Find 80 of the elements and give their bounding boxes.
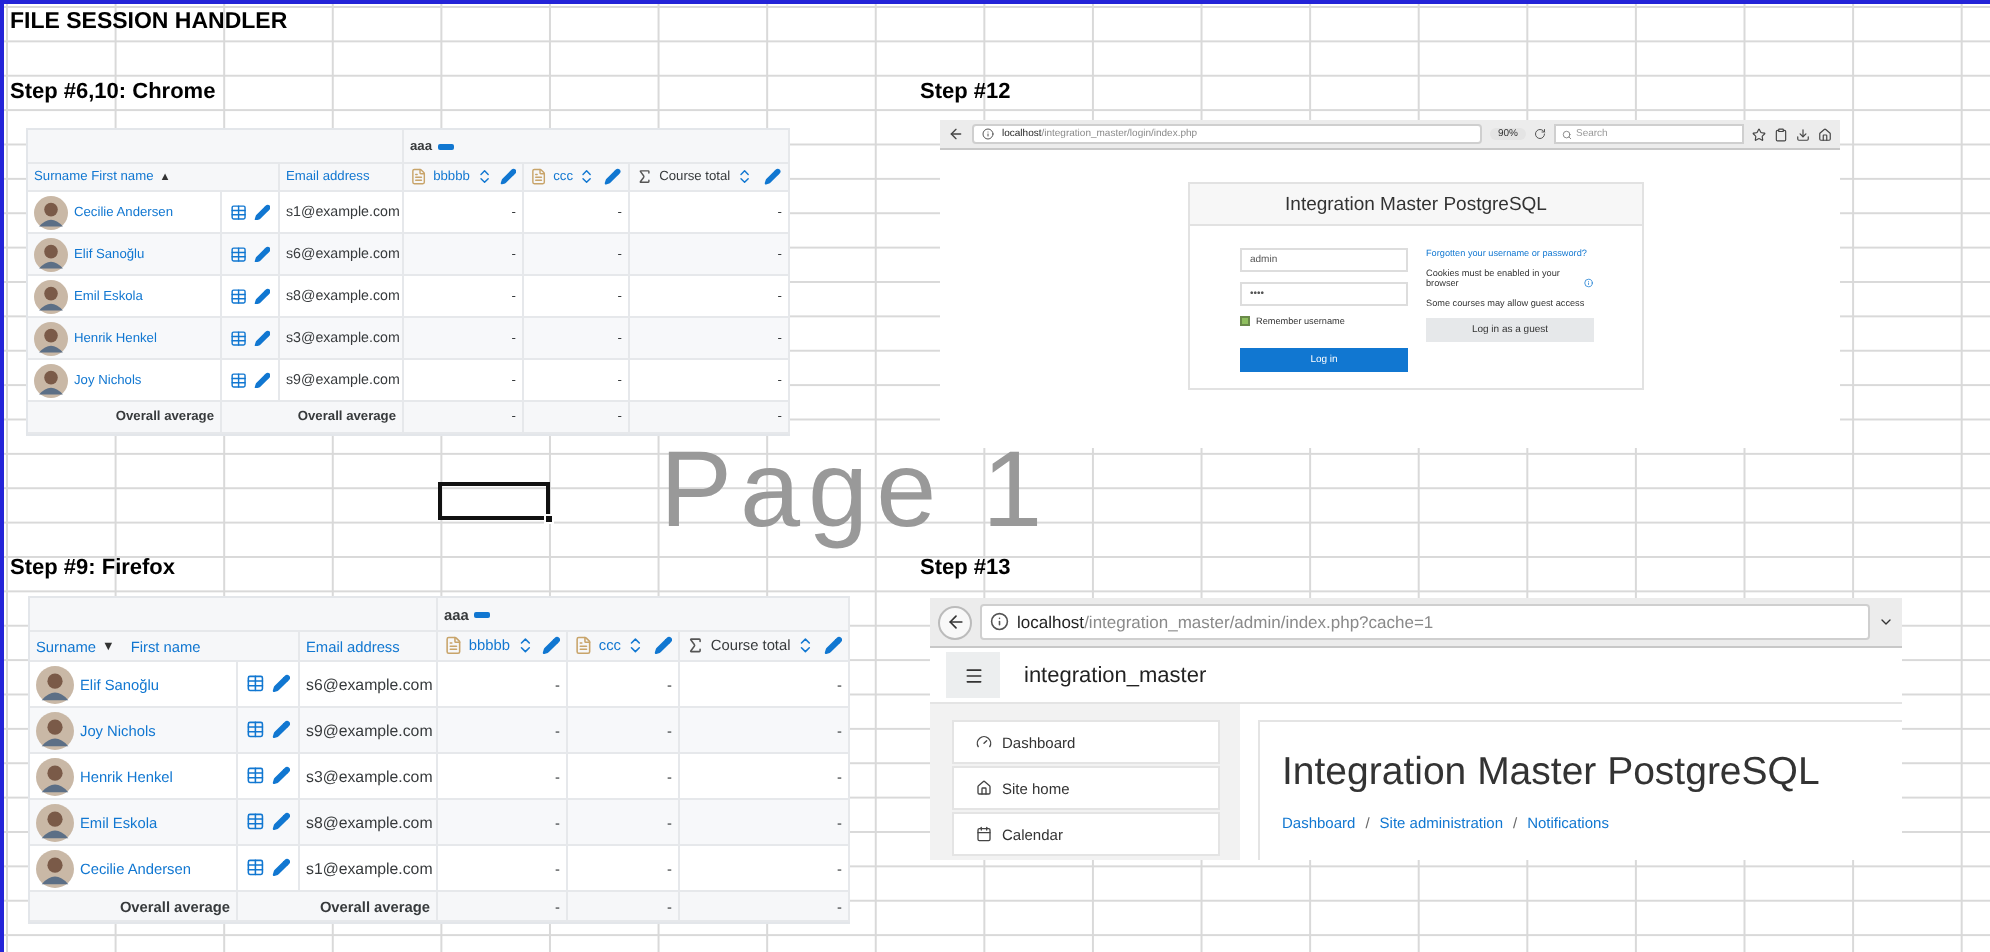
back-button[interactable] (938, 605, 972, 639)
avatar-icon (34, 363, 68, 397)
table-icon[interactable] (229, 245, 247, 263)
sort-icon[interactable] (626, 636, 646, 656)
document-icon (574, 636, 593, 656)
document-icon (444, 636, 463, 656)
calendar-icon (976, 826, 992, 842)
home-icon (976, 780, 992, 796)
pencil-icon[interactable] (253, 371, 271, 389)
table-icon[interactable] (229, 371, 247, 389)
pencil-icon[interactable] (271, 812, 290, 832)
page-heading: Integration Master PostgreSQL (1282, 750, 1822, 796)
sheet-title: FILE SESSION HANDLER (10, 10, 288, 34)
step-caption: Step #12 (920, 80, 1011, 104)
sigma-icon (636, 168, 654, 186)
address-bar[interactable]: localhost/integration_master/admin/index.php?cache=1 (980, 603, 1870, 641)
pencil-icon[interactable] (253, 245, 271, 263)
document-icon (530, 168, 548, 186)
pencil-icon[interactable] (604, 168, 622, 186)
avatar-icon (36, 803, 74, 841)
sigma-icon (686, 636, 705, 656)
pencil-icon[interactable] (253, 203, 271, 221)
pencil-icon[interactable] (499, 168, 516, 186)
sort-icon[interactable] (475, 168, 494, 186)
table-icon[interactable] (246, 858, 265, 878)
url-text: localhost/integration_master/admin/index.php?cache=1 (1017, 612, 1434, 632)
remember-checkbox[interactable] (1240, 316, 1250, 326)
avatar-icon (36, 849, 74, 887)
menu-icon (963, 665, 983, 685)
table-icon[interactable] (246, 812, 265, 832)
site-name[interactable]: integration_master (1024, 663, 1207, 687)
table-icon[interactable] (229, 203, 247, 221)
info-icon[interactable] (982, 128, 994, 140)
sort-icon[interactable] (578, 168, 597, 186)
collapse-icon[interactable] (474, 611, 491, 617)
table-icon[interactable] (229, 287, 247, 305)
pencil-icon[interactable] (271, 674, 290, 694)
pencil-icon[interactable] (823, 636, 842, 656)
pencil-icon[interactable] (271, 858, 290, 878)
table-icon[interactable] (246, 766, 265, 786)
table-icon[interactable] (246, 674, 265, 694)
pencil-icon[interactable] (271, 720, 290, 740)
menu-button[interactable] (946, 652, 1000, 698)
reload-icon[interactable] (1534, 128, 1546, 140)
back-icon[interactable] (948, 126, 964, 142)
collapse-icon[interactable] (438, 143, 455, 149)
avatar-icon (34, 237, 68, 271)
document-icon (410, 168, 428, 186)
pencil-icon[interactable] (253, 287, 271, 305)
pencil-icon[interactable] (253, 329, 271, 347)
step-caption: Step #9: Firefox (10, 556, 176, 580)
selected-cell[interactable] (438, 482, 550, 520)
pencil-icon[interactable] (541, 636, 560, 656)
download-icon[interactable] (1796, 127, 1810, 141)
dropdown-icon[interactable] (1878, 614, 1894, 630)
table-icon[interactable] (246, 720, 265, 740)
site-title: Integration Master PostgreSQL (1190, 184, 1642, 226)
avatar-icon (34, 195, 68, 229)
step-caption: Step #13 (920, 556, 1011, 580)
avatar-icon (36, 711, 74, 749)
avatar-icon (36, 757, 74, 795)
table-icon[interactable] (229, 329, 247, 347)
avatar-icon (36, 665, 74, 703)
avatar-icon (34, 321, 68, 355)
avatar-icon (34, 279, 68, 313)
sort-icon[interactable] (796, 636, 816, 656)
sort-icon[interactable] (515, 636, 535, 656)
pencil-icon[interactable] (653, 636, 672, 656)
info-icon[interactable] (990, 612, 1009, 632)
page-watermark: Page 1 (660, 428, 1051, 553)
home-icon[interactable] (1818, 127, 1832, 141)
star-icon[interactable] (1752, 127, 1766, 141)
clipboard-icon[interactable] (1774, 127, 1788, 141)
sort-icon[interactable] (736, 168, 754, 186)
pencil-icon[interactable] (764, 168, 782, 186)
gauge-icon (976, 734, 992, 750)
search-icon (1562, 129, 1572, 139)
pencil-icon[interactable] (271, 766, 290, 786)
back-icon (945, 612, 965, 632)
step-caption: Step #6,10: Chrome (10, 80, 216, 104)
